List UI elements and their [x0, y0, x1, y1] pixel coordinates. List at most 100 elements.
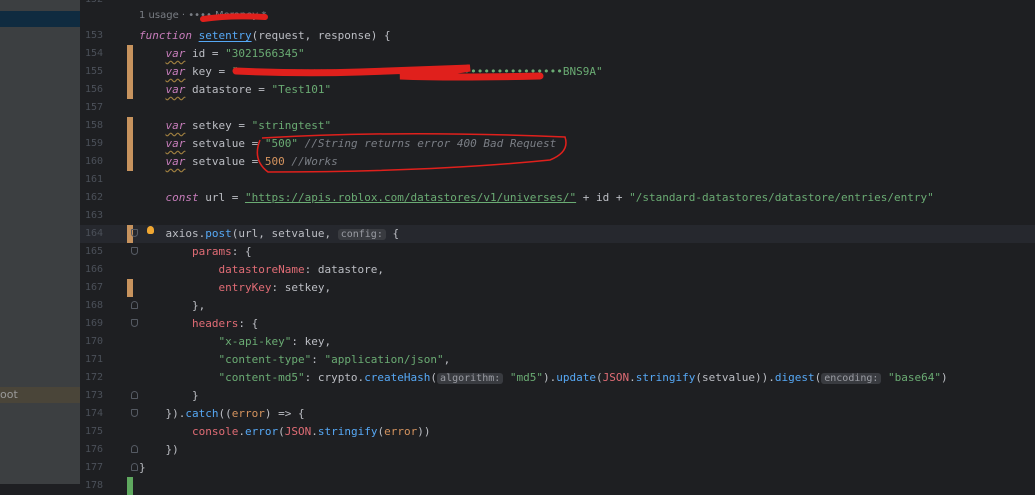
code-token: "500": [264, 137, 298, 150]
line-number: 153: [84, 30, 103, 41]
line-number: 172: [84, 372, 103, 383]
line-number: 178: [84, 480, 103, 491]
code-token: url =: [198, 191, 245, 204]
code-token: var: [165, 83, 186, 96]
line-number: 169: [84, 318, 103, 329]
code-token: : key,: [291, 335, 332, 348]
code-line[interactable]: 153 function setentry(request, response) …: [80, 27, 1035, 45]
code-line[interactable]: 171 "content-type": "application/json",: [80, 351, 1035, 369]
code-token: createHash: [364, 371, 431, 384]
code-token: (setvalue)).: [695, 371, 775, 384]
code-token: id =: [185, 47, 226, 60]
code-line[interactable]: 169 headers: {: [80, 315, 1035, 333]
code-token: setvalue =: [185, 155, 265, 168]
usage-count: 1 usage: [139, 10, 179, 21]
code-line[interactable]: 159 var setvalue = "500" //String return…: [80, 135, 1035, 153]
fold-icon[interactable]: [131, 247, 138, 255]
fold-icon[interactable]: [131, 391, 138, 399]
fold-icon[interactable]: [131, 409, 138, 417]
fold-icon[interactable]: [131, 301, 138, 309]
modified-line-marker[interactable]: [127, 153, 133, 171]
code-line[interactable]: 165 params: {: [80, 243, 1035, 261]
code-line[interactable]: 168 },: [80, 297, 1035, 315]
code-line[interactable]: 158 var setkey = "stringtest": [80, 117, 1035, 135]
code-token: setentry: [198, 29, 252, 42]
line-number: 157: [84, 102, 103, 113]
lightbulb-icon[interactable]: [147, 226, 154, 234]
code-token: update: [556, 371, 597, 384]
modified-line-marker[interactable]: [127, 81, 133, 99]
code-text: "content-type": "application/json",: [139, 351, 450, 369]
code-token: }): [139, 443, 179, 456]
code-token: JSON: [602, 371, 630, 384]
fold-icon[interactable]: [131, 319, 138, 327]
code-line[interactable]: 155 var key = "•••••••••••••••••••••••••…: [80, 63, 1035, 81]
code-text: }): [139, 441, 179, 459]
code-token: "x-api-key": [218, 335, 292, 348]
code-line[interactable]: 157: [80, 99, 1035, 117]
code-token: params: [191, 245, 232, 258]
fold-icon[interactable]: [131, 445, 138, 453]
code-text: entryKey: setkey,: [139, 279, 331, 297]
parameter-hint: config:: [337, 229, 386, 240]
code-token: error: [244, 425, 279, 438]
code-token: .: [629, 371, 636, 384]
code-text: "x-api-key": key,: [139, 333, 331, 351]
line-number: 174: [84, 408, 103, 419]
code-line[interactable]: 176 }): [80, 441, 1035, 459]
usage-hint[interactable]: 1 usage · •••• Moroney *: [139, 10, 266, 21]
code-token: var: [165, 137, 186, 150]
modified-line-marker[interactable]: [127, 45, 133, 63]
modified-line-marker[interactable]: [127, 63, 133, 81]
code-token: error: [384, 425, 418, 438]
code-line[interactable]: 160 var setvalue = 500 //Works: [80, 153, 1035, 171]
code-token: "base64": [888, 371, 942, 384]
line-number: 170: [84, 336, 103, 347]
code-line[interactable]: 167 entryKey: setkey,: [80, 279, 1035, 297]
code-text: }: [139, 387, 199, 405]
fold-icon[interactable]: [131, 229, 138, 237]
code-line[interactable]: 166 datastoreName: datastore,: [80, 261, 1035, 279]
code-text: var setvalue = 500 //Works: [139, 153, 338, 171]
code-line[interactable]: 177}: [80, 459, 1035, 477]
code-line[interactable]: 178: [80, 477, 1035, 495]
line-number: 161: [84, 174, 103, 185]
line-number: 156: [84, 84, 103, 95]
code-line[interactable]: 164 axios.post(url, setvalue, config: {: [80, 225, 1035, 243]
code-line[interactable]: 162 const url = "https://apis.roblox.com…: [80, 189, 1035, 207]
code-text: var datastore = "Test101": [139, 81, 332, 99]
modified-line-marker[interactable]: [127, 117, 133, 135]
code-line[interactable]: 174 }).catch((error) => {: [80, 405, 1035, 423]
code-line[interactable]: 170 "x-api-key": key,: [80, 333, 1035, 351]
code-line[interactable]: 152: [80, 0, 1035, 9]
modified-line-marker[interactable]: [127, 279, 133, 297]
line-number: 177: [84, 462, 103, 473]
fold-icon[interactable]: [131, 463, 138, 471]
code-token: }: [139, 461, 146, 474]
code-line[interactable]: 154 var id = "3021566345": [80, 45, 1035, 63]
modified-line-marker[interactable]: [127, 135, 133, 153]
code-line[interactable]: 156 var datastore = "Test101": [80, 81, 1035, 99]
code-line[interactable]: 161: [80, 171, 1035, 189]
line-number: 162: [84, 192, 103, 203]
code-token: console: [191, 425, 239, 438]
added-line-marker[interactable]: [127, 477, 133, 495]
code-token: {: [385, 227, 400, 240]
code-line[interactable]: 173 }: [80, 387, 1035, 405]
code-token: .: [238, 425, 245, 438]
code-token: key =: [185, 65, 232, 78]
code-token: digest: [774, 371, 815, 384]
code-line[interactable]: 163: [80, 207, 1035, 225]
code-text: function setentry(request, response) {: [139, 27, 391, 45]
code-line[interactable]: 172 "content-md5": crypto.createHash (alg…: [80, 369, 1035, 387]
code-text: "content-md5": crypto.createHash (algorit…: [139, 369, 948, 388]
code-token: const: [165, 191, 199, 204]
code-line[interactable]: 175 console.error(JSON.stringify(error)): [80, 423, 1035, 441]
code-editor[interactable]: 1 usage · •••• Moroney * 152 153 function …: [0, 0, 1035, 495]
line-number: 167: [84, 282, 103, 293]
